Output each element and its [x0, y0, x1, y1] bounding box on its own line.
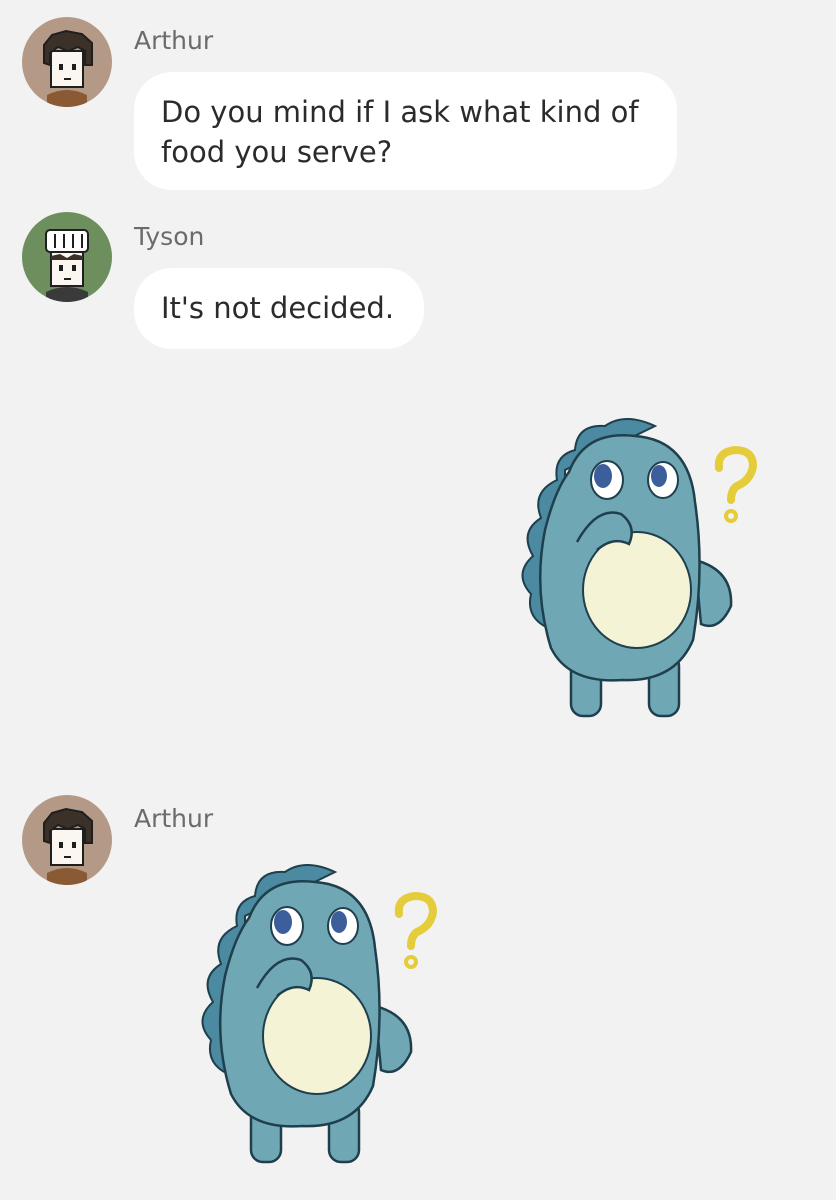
thinking-dinosaur-icon: [201, 864, 438, 1164]
thinking-dinosaur-sticker[interactable]: [180, 856, 450, 1176]
arthur-avatar[interactable]: [22, 795, 112, 885]
thinking-dinosaur-sticker[interactable]: [500, 410, 770, 730]
arthur-face-icon: [22, 17, 112, 107]
chef-face-icon: [22, 212, 112, 302]
thinking-dinosaur-icon: [521, 418, 758, 718]
sender-name: Arthur: [134, 804, 214, 833]
sender-name: Tyson: [134, 222, 205, 251]
tyson-chef-avatar[interactable]: [22, 212, 112, 302]
arthur-avatar[interactable]: [22, 17, 112, 107]
sender-name: Arthur: [134, 26, 214, 55]
arthur-face-icon: [22, 795, 112, 885]
message-bubble[interactable]: Do you mind if I ask what kind of food y…: [134, 72, 677, 190]
message-bubble[interactable]: It's not decided.: [134, 268, 424, 349]
